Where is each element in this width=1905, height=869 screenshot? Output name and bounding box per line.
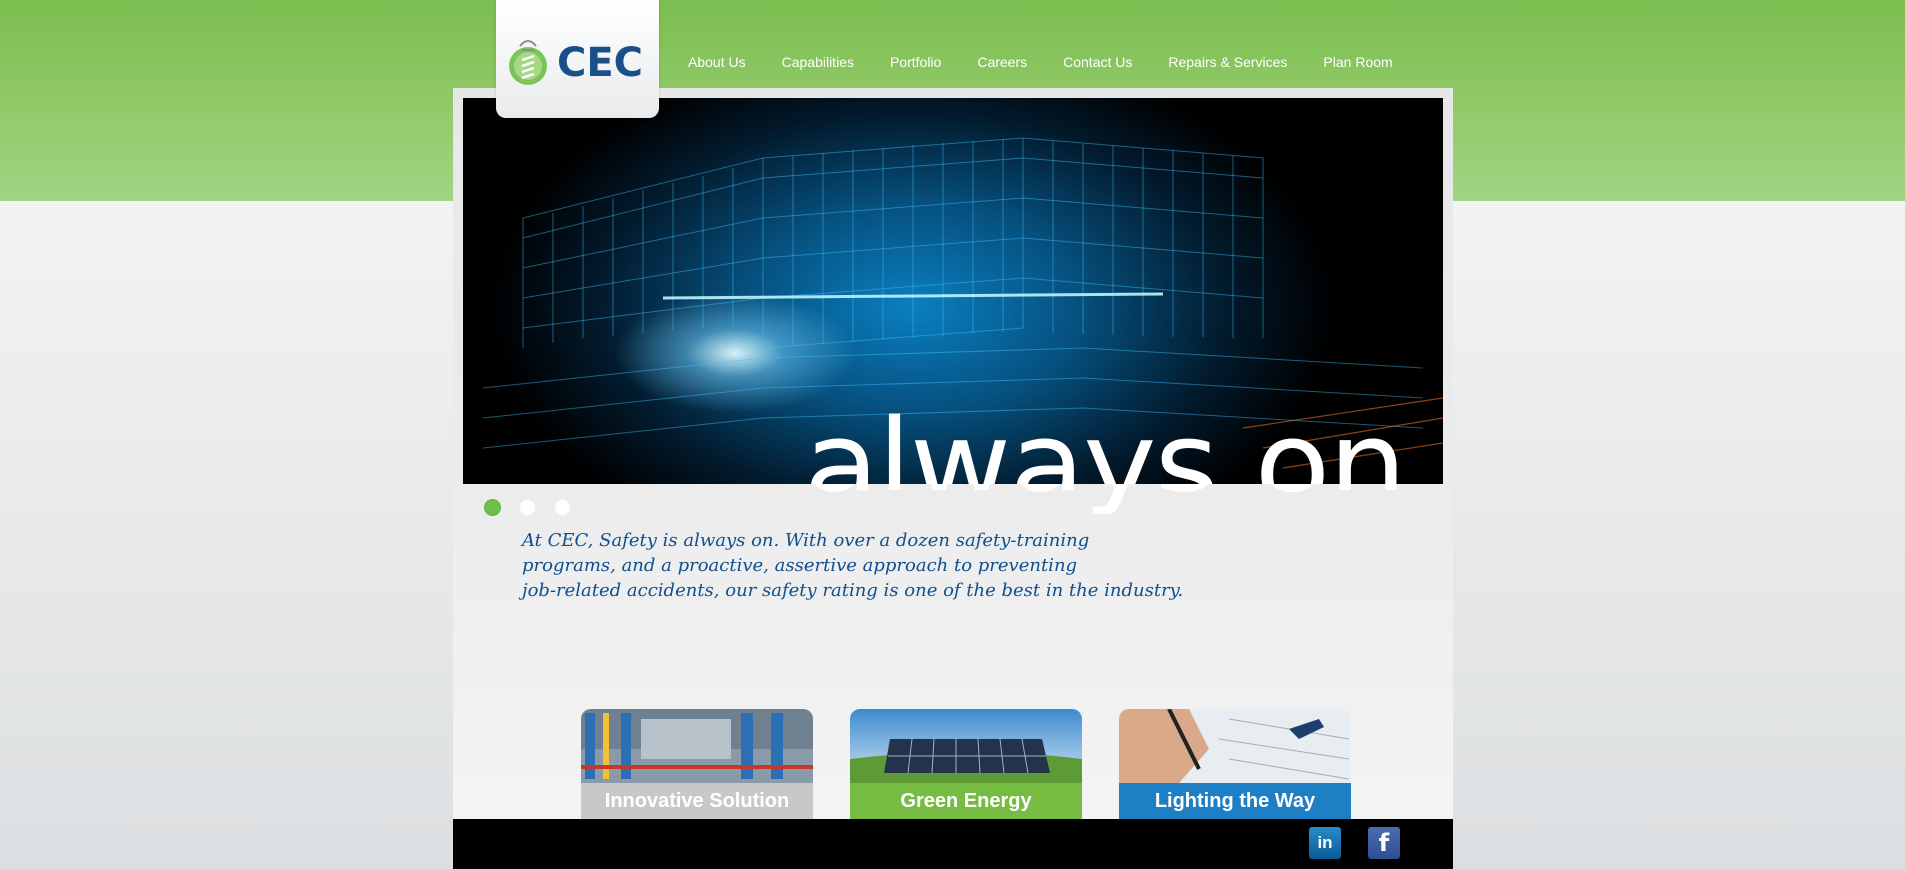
solar-panel-image	[850, 709, 1082, 783]
card-label: Innovative Solution	[581, 783, 813, 819]
blueprint-drafting-image	[1119, 709, 1351, 783]
blurb-line: At CEC, Safety is always on. With over a…	[522, 530, 1090, 551]
slider-dot-3[interactable]	[554, 499, 571, 516]
card-green-energy[interactable]: Green Energy	[850, 709, 1082, 819]
slider-dot-1[interactable]	[484, 499, 501, 516]
lightbulb-icon	[509, 40, 547, 85]
safety-blurb: At CEC, Safety is always on. With over a…	[522, 528, 1222, 603]
nav-about-us[interactable]: About Us	[688, 54, 746, 74]
industrial-pipes-image	[581, 709, 813, 783]
linkedin-icon[interactable]: in	[1309, 827, 1341, 859]
nav-portfolio[interactable]: Portfolio	[890, 54, 941, 74]
blurb-line: job-related accidents, our safety rating…	[522, 580, 1184, 601]
nav-capabilities[interactable]: Capabilities	[782, 54, 854, 74]
logo[interactable]: CEC	[496, 0, 659, 118]
hero-slider[interactable]: always on	[463, 98, 1443, 484]
card-label: Green Energy	[850, 783, 1082, 819]
slider-dot-2[interactable]	[519, 499, 536, 516]
slider-dots	[484, 499, 571, 516]
card-label: Lighting the Way	[1119, 783, 1351, 819]
logo-text: CEC	[557, 40, 644, 86]
blurb-line: programs, and a proactive, assertive app…	[522, 555, 1078, 576]
nav-contact-us[interactable]: Contact Us	[1063, 54, 1132, 74]
nav-careers[interactable]: Careers	[977, 54, 1027, 74]
main-nav: About Us Capabilities Portfolio Careers …	[688, 54, 1429, 74]
card-innovative-solution[interactable]: Innovative Solution	[581, 709, 813, 819]
nav-repairs-services[interactable]: Repairs & Services	[1168, 54, 1287, 74]
nav-plan-room[interactable]: Plan Room	[1323, 54, 1392, 74]
facebook-icon[interactable]: f	[1368, 827, 1400, 859]
footer-bar: in f	[453, 819, 1453, 869]
hero-headline-overflow: always on	[783, 484, 1443, 514]
card-lighting-the-way[interactable]: Lighting the Way	[1119, 709, 1351, 819]
hero-headline: always on	[803, 394, 1407, 484]
